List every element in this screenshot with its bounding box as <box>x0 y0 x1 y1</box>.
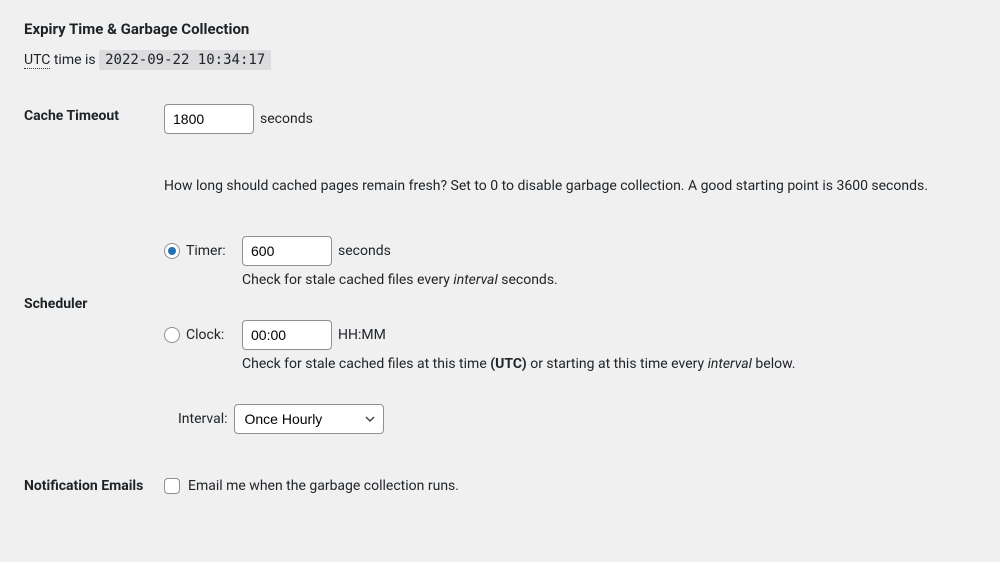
notification-email-checkbox[interactable] <box>164 478 180 494</box>
utc-time-line: UTC time is 2022-09-22 10:34:17 <box>24 52 976 68</box>
scheduler-clock-radio[interactable] <box>164 327 180 343</box>
scheduler-timer-input[interactable] <box>242 236 332 266</box>
scheduler-clock-hint: Check for stale cached files at this tim… <box>242 356 976 372</box>
cache-timeout-unit: seconds <box>260 111 313 127</box>
cache-timeout-label: Cache Timeout <box>24 94 164 206</box>
scheduler-clock-unit: HH:MM <box>338 327 386 343</box>
utc-timestamp: 2022-09-22 10:34:17 <box>99 50 271 70</box>
notification-emails-label: Notification Emails <box>24 444 164 508</box>
scheduler-timer-hint: Check for stale cached files every inter… <box>242 272 976 288</box>
cache-timeout-input[interactable] <box>164 104 254 134</box>
scheduler-timer-unit: seconds <box>338 243 391 259</box>
notification-email-checkbox-label: Email me when the garbage collection run… <box>188 478 459 494</box>
scheduler-clock-label: Clock: <box>186 327 224 343</box>
section-heading: Expiry Time & Garbage Collection <box>24 20 976 38</box>
scheduler-label: Scheduler <box>24 206 164 444</box>
scheduler-interval-label: Interval: <box>178 411 228 427</box>
scheduler-interval-select[interactable]: Once Hourly <box>234 404 384 434</box>
scheduler-timer-label: Timer: <box>186 243 226 259</box>
scheduler-timer-radio[interactable] <box>164 243 180 259</box>
utc-time-is: time is <box>50 52 99 68</box>
cache-timeout-description: How long should cached pages remain fres… <box>164 176 976 196</box>
scheduler-clock-input[interactable] <box>242 320 332 350</box>
utc-label: UTC <box>24 52 50 69</box>
